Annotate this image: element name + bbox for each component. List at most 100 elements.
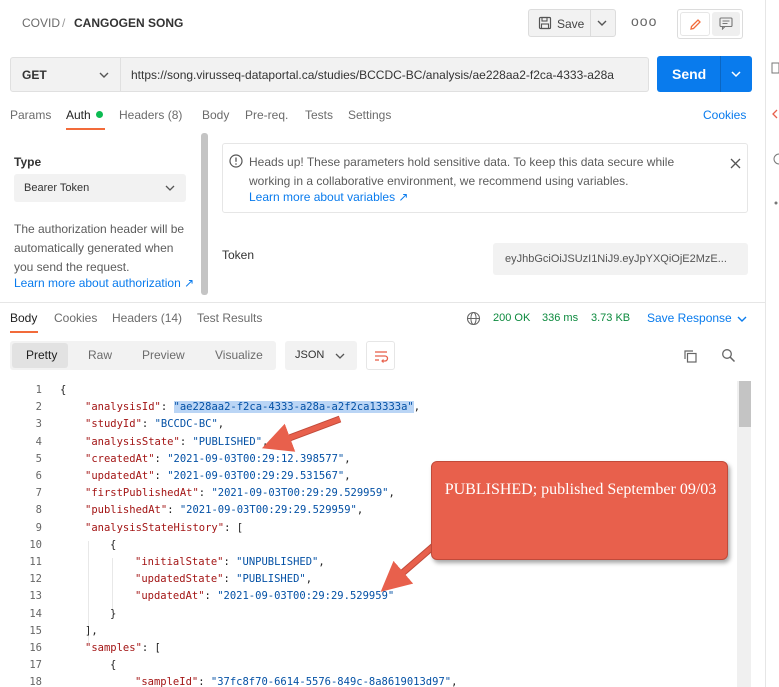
response-tab-cookies[interactable]: Cookies [54,311,97,325]
line-number: 16 [29,642,42,654]
response-tab-test-results[interactable]: Test Results [197,311,262,325]
chevron-down-icon[interactable] [731,70,741,78]
close-icon[interactable] [730,158,741,169]
response-tab-headers[interactable]: Headers (14) [112,311,182,325]
format-tab-pretty[interactable]: Pretty [26,348,57,362]
tab-settings[interactable]: Settings [348,108,391,122]
tab-pre-request[interactable]: Pre-req. [245,108,288,122]
line-number: 14 [29,607,42,620]
save-button[interactable]: Save [528,9,616,37]
line-number: 12 [29,573,42,586]
line-number: 18 [29,676,42,687]
json-value: "UNPUBLISHED" [236,556,319,568]
code-line[interactable]: "sampleId": "37fc8f70-6614-5576-849c-8a8… [135,676,457,687]
line-number: 5 [35,452,42,465]
json-value: "2021-09-03T00:29:12.398577" [167,452,345,465]
notice-text: Heads up! These parameters hold sensitiv… [249,155,675,188]
chevron-down-icon[interactable] [737,315,747,323]
code-line[interactable]: "samples": [ [85,642,161,654]
related-icon[interactable] [771,197,779,209]
json-value: "2021-09-03T00:29:29.529959" [179,504,357,517]
save-label: Save [557,17,585,31]
variables-learn-more-link[interactable]: Learn more about variables ↗ [249,190,408,204]
tab-body[interactable]: Body [202,108,229,122]
json-key: "samples" [85,642,142,654]
response-time[interactable]: 336 ms [542,312,578,324]
info-icon[interactable] [771,153,779,165]
auth-active-indicator [96,111,103,118]
format-tab-preview[interactable]: Preview [142,348,185,362]
code-line[interactable]: "updatedState": "PUBLISHED", [135,573,312,585]
response-tab-body[interactable]: Body [10,311,37,325]
wrap-lines-button[interactable] [366,341,395,370]
tab-params[interactable]: Params [10,108,51,122]
breadcrumb-parent[interactable]: COVID [22,16,60,30]
send-button[interactable]: Send [657,56,752,92]
code-line[interactable]: "analysisStateHistory": [ [85,522,243,534]
code-line[interactable]: "publishedAt": "2021-09-03T00:29:29.5299… [85,504,363,516]
token-input[interactable]: eyJhbGciOiJSUzI1NiJ9.eyJpYXQiOjE2MzE... [493,243,748,275]
comment-icon [719,17,733,30]
code-line[interactable]: "updatedAt": "2021-09-03T00:29:29.529959… [135,590,394,602]
globe-icon[interactable] [466,311,481,326]
json-key: "firstPublishedAt" [85,487,199,500]
format-type-select[interactable]: JSON [285,341,357,370]
chevron-down-icon [335,353,345,359]
code-line[interactable]: { [60,384,66,396]
save-response-button[interactable]: Save Response [647,311,732,325]
code-icon[interactable] [771,108,779,120]
pencil-icon [690,19,701,30]
edit-mode-button[interactable] [680,12,710,36]
method-select[interactable]: GET [10,57,121,92]
send-label: Send [672,66,707,82]
code-line[interactable]: "updatedAt": "2021-09-03T00:29:29.531567… [85,470,351,482]
indent-guide [112,558,113,610]
url-input[interactable]: https://song.virusseq-dataportal.ca/stud… [121,57,649,92]
document-icon[interactable] [771,62,779,74]
auth-panel-scrollbar[interactable] [201,133,208,295]
search-icon[interactable] [721,348,736,363]
response-size[interactable]: 3.73 KB [591,312,630,324]
code-line[interactable]: { [110,539,116,551]
more-options-icon[interactable]: ooo [631,13,657,29]
json-value: "BCCDC-BC" [154,418,218,431]
tab-headers[interactable]: Headers (8) [119,108,182,122]
save-icon [538,16,552,30]
code-line[interactable]: "studyId": "BCCDC-BC", [85,418,224,430]
code-line[interactable]: "createdAt": "2021-09-03T00:29:12.398577… [85,453,351,465]
cookies-link[interactable]: Cookies [703,108,746,122]
request-name[interactable]: CANGOGEN SONG [74,16,183,30]
tab-auth[interactable]: Auth [66,108,91,122]
annotation-callout: PUBLISHED; published September 09/03 [431,461,728,560]
format-tab-visualize[interactable]: Visualize [215,348,263,362]
save-divider [590,10,591,36]
panel-divider[interactable] [0,302,765,303]
code-line[interactable]: ], [85,625,98,637]
code-line[interactable]: "firstPublishedAt": "2021-09-03T00:29:29… [85,487,395,499]
chevron-down-icon[interactable] [597,19,607,27]
json-key: "sampleId" [135,676,199,687]
json-value: "PUBLISHED" [192,435,263,448]
line-number: 11 [29,556,42,568]
tab-tests[interactable]: Tests [305,108,333,122]
json-key: "studyId" [85,418,142,431]
line-number: 8 [35,504,42,517]
chevron-down-icon [165,185,175,191]
comment-mode-button[interactable] [712,12,740,36]
line-number: 13 [29,590,42,603]
code-line[interactable]: { [110,659,116,671]
code-scrollbar-thumb[interactable] [739,381,751,427]
line-number: 17 [29,659,42,672]
send-divider [720,56,721,92]
code-line[interactable]: "analysisState": "PUBLISHED", [85,436,268,448]
json-key: "analysisId" [85,401,161,414]
json-key: "publishedAt" [85,504,168,517]
format-tab-raw[interactable]: Raw [88,348,112,362]
status-code[interactable]: 200 OK [493,312,530,324]
auth-learn-more-link[interactable]: Learn more about authorization ↗ [14,276,194,290]
code-line[interactable]: "initialState": "UNPUBLISHED", [135,556,325,568]
copy-icon[interactable] [683,349,698,364]
code-line[interactable]: } [110,608,116,620]
auth-type-select[interactable]: Bearer Token [14,174,186,202]
code-line[interactable]: "analysisId": "ae228aa2-f2ca-4333-a28a-a… [85,401,420,414]
